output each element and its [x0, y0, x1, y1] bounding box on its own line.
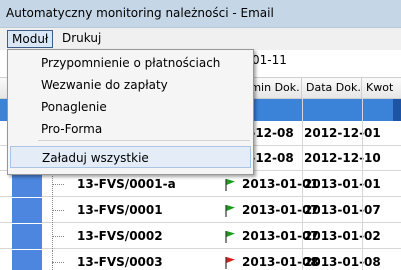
- row-doc-number: 13-FVS/0001: [77, 203, 163, 217]
- date-filter-value[interactable]: 01-11: [252, 53, 287, 67]
- tree-line: [42, 172, 64, 197]
- selected-row-accent: [393, 99, 401, 121]
- row-marker: [12, 172, 42, 197]
- title-bar: Automatyczny monitoring należności - Ema…: [0, 0, 401, 28]
- column-divider: [362, 99, 363, 270]
- row-data: 2013-01-01: [304, 177, 381, 191]
- row-data: 2013-01-02: [304, 229, 381, 243]
- menu-option-wezwanie[interactable]: Wezwanie do zapłaty: [8, 74, 253, 96]
- tree-line: [42, 224, 64, 249]
- green-flag-icon: [225, 179, 235, 191]
- row-marker: [12, 224, 42, 249]
- row-data: 2013-01-07: [304, 203, 381, 217]
- table-row[interactable]: 13-FVS/0001 2013-01-07 2013-01-07: [0, 198, 401, 223]
- column-divider: [302, 99, 303, 270]
- green-flag-icon: [225, 205, 235, 217]
- header-data-dok[interactable]: Data Dok.: [302, 78, 362, 98]
- row-data: 2012-12-10: [304, 151, 381, 165]
- modul-dropdown-menu: Przypomnienie o płatnościach Wezwanie do…: [7, 49, 254, 175]
- row-marker: [12, 198, 42, 223]
- tree-line: [42, 198, 64, 223]
- row-doc-number: 13-FVS/0003: [77, 255, 163, 269]
- row-data: 2013-01-08: [304, 255, 381, 269]
- menu-option-pro-forma[interactable]: Pro-Forma: [8, 118, 253, 140]
- green-flag-icon: [225, 231, 235, 243]
- row-doc-number: 13-FVS/0001-a: [77, 177, 176, 191]
- tree-line: [42, 250, 64, 270]
- menu-bar: Moduł Drukuj: [0, 28, 401, 50]
- menu-option-przypomnienie[interactable]: Przypomnienie o płatnościach: [8, 52, 253, 74]
- window-title: Automatyczny monitoring należności - Ema…: [6, 6, 274, 20]
- row-marker: [12, 250, 42, 270]
- menu-option-zaladuj-wszystkie[interactable]: Załaduj wszystkie: [10, 146, 251, 168]
- table-row[interactable]: 13-FVS/0001-a 2013-01-01 2013-01-01: [0, 172, 401, 197]
- menu-option-ponaglenie[interactable]: Ponaglenie: [8, 96, 253, 118]
- red-flag-icon: [225, 257, 235, 269]
- table-row[interactable]: 13-FVS/0002 2013-01-07 2013-01-02: [0, 224, 401, 249]
- row-data: 2012-12-01: [304, 126, 381, 140]
- row-doc-number: 13-FVS/0002: [77, 229, 163, 243]
- menu-drukuj[interactable]: Drukuj: [58, 30, 105, 48]
- menu-modul[interactable]: Moduł: [7, 30, 54, 48]
- header-kwota[interactable]: Kwot: [362, 78, 401, 98]
- table-row[interactable]: 13-FVS/0003 2013-01-08 2013-01-08: [0, 250, 401, 270]
- menu-separator: [38, 140, 250, 141]
